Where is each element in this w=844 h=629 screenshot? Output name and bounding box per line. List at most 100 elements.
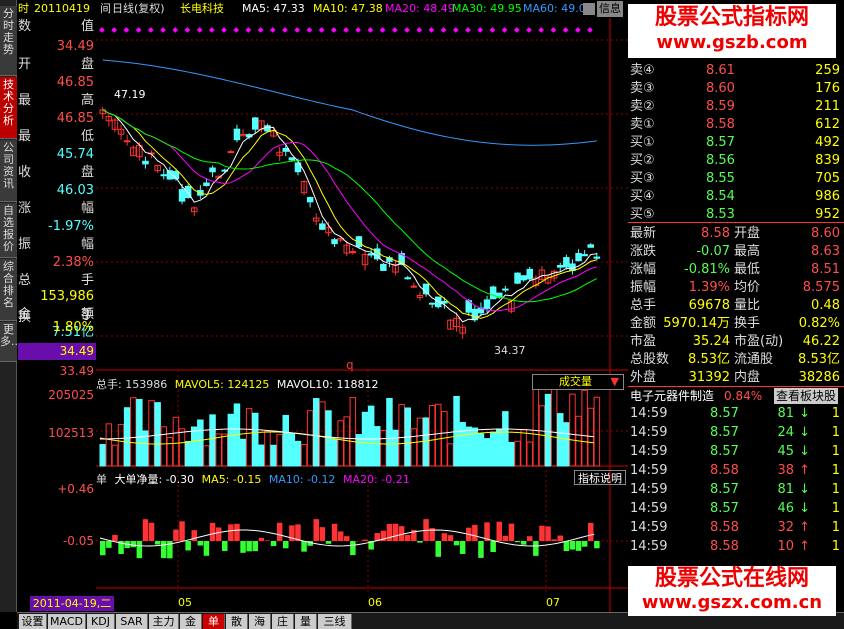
signal-diamond [172, 27, 179, 33]
bottom-tab[interactable]: MACD [48, 614, 86, 629]
orderbook-label: 买② [630, 153, 655, 168]
tick-row: 14:59 8.58 32 ↑ 1 [628, 518, 844, 537]
low-value: 46.85 [56, 111, 94, 126]
orderbook-row[interactable]: 卖② 8.59 211 [628, 98, 844, 116]
chevron-down-icon[interactable]: ▼ [611, 375, 619, 389]
bottom-tab[interactable]: 金 [180, 614, 202, 629]
orderbook-price: 8.60 [706, 81, 735, 96]
tick-row: 14:59 8.57 81 ↓ 1 [628, 404, 844, 423]
candle-body [282, 147, 289, 152]
tab-more[interactable]: 更多... [0, 322, 22, 362]
change-pct: -1.97% [48, 219, 94, 234]
flow-bar [337, 531, 344, 541]
bottom-tab[interactable]: SAR [116, 614, 148, 629]
quote-label: 总股数 [630, 352, 670, 367]
volume-bar [514, 440, 521, 467]
tab-ranking[interactable]: 综合排名 [0, 259, 17, 321]
candle-body [319, 223, 326, 230]
orderbook-row[interactable]: 买① 8.57 492 [628, 134, 844, 152]
quote-label: 流通股 [734, 352, 774, 367]
info-button[interactable]: 信息 [597, 1, 623, 17]
bottom-tab[interactable]: 主力 [149, 614, 179, 629]
flow-bar [234, 523, 240, 541]
candle-body [557, 264, 564, 268]
orderbook-row[interactable]: 买④ 8.54 986 [628, 188, 844, 206]
bottom-tab[interactable]: 海 [249, 614, 271, 629]
vol-ma10: MAVOL10: 118812 [276, 378, 379, 391]
flow-bar [240, 541, 246, 553]
tick-price: 8.58 [710, 520, 739, 535]
signal-diamond [562, 27, 569, 33]
signal-diamond [538, 27, 545, 33]
volume-bar [258, 444, 265, 467]
flow-bar [283, 541, 289, 549]
sector-stocks-button[interactable]: 查看板块股 [774, 388, 839, 404]
ma-line [102, 109, 597, 323]
volume-bar [111, 444, 119, 467]
low-marker: 34.37 [494, 344, 526, 357]
flow-bar [441, 533, 448, 541]
bottom-tab[interactable]: 散 [226, 614, 248, 629]
flow-bar [209, 522, 216, 541]
quote-label: 换手 [734, 316, 761, 331]
tab-watchlist[interactable]: 自选报价 [0, 203, 17, 258]
volume-bar [526, 441, 533, 467]
tab-intraday[interactable]: 分时走势 [0, 6, 17, 76]
volume-bar [270, 444, 277, 467]
orderbook-row[interactable]: 卖④ 8.61 259 [628, 62, 844, 80]
tab-technical[interactable]: 技术分析 [0, 77, 17, 139]
flow-bar [496, 521, 502, 541]
toggle-icon[interactable] [583, 3, 595, 15]
flow-bar [313, 519, 319, 541]
orderbook-row[interactable]: 卖① 8.58 612 [628, 116, 844, 134]
flow-bar [533, 541, 539, 556]
orderbook-row[interactable]: 卖③ 8.60 176 [628, 80, 844, 98]
sector-pct: 0.84% [724, 389, 763, 403]
bottom-tab[interactable]: 量 [295, 614, 317, 629]
bottom-tab[interactable]: 三线 [318, 614, 352, 629]
volume-bar [130, 397, 137, 467]
indicator-dropdown[interactable]: 成交量 ▼ [532, 374, 624, 390]
label-fu2: 幅 [80, 237, 94, 252]
volume-bar [569, 393, 576, 467]
orderbook-label: 卖① [630, 117, 655, 132]
volume-bar [374, 426, 381, 467]
candle-body [581, 254, 588, 257]
tick-price: 8.57 [710, 425, 739, 440]
flow-bar [130, 541, 136, 548]
arrow-up-icon: ↑ [799, 539, 810, 554]
orderbook-row[interactable]: 买③ 8.55 705 [628, 170, 844, 188]
tab-company-info[interactable]: 公司资讯 [0, 140, 17, 202]
label-di: 低 [80, 129, 94, 144]
volume-bar [550, 380, 558, 467]
tick-time: 14:59 [630, 501, 668, 516]
help-button[interactable]: 指标说明 [574, 470, 626, 485]
flow-bar [545, 526, 551, 541]
flow-bar [575, 541, 582, 551]
bottom-tab[interactable]: KDJ [87, 614, 115, 629]
chart-toolbar: 间 日线(复权) 长电科技 MA5: 47.33 MA10: 47.38 MA2… [17, 0, 627, 18]
period-label[interactable]: 日线(复权) [112, 0, 165, 18]
orderbook-row[interactable]: 买② 8.56 839 [628, 152, 844, 170]
bottom-tab[interactable]: 单 [203, 614, 225, 629]
volume-bar [520, 429, 527, 467]
bottom-tab[interactable]: 设置 [19, 614, 47, 629]
signal-diamond [550, 27, 557, 33]
chart-area[interactable]: q 总手: 153986 MAVOL5: 124125 MAVOL10: 118… [96, 18, 628, 612]
tick-price: 8.58 [710, 463, 739, 478]
flow-bar [106, 541, 112, 548]
volume-bar [544, 393, 552, 467]
signal-diamond [330, 27, 337, 33]
bottom-tab[interactable]: 庄 [272, 614, 294, 629]
signal-diamond [489, 27, 496, 33]
volume-bar [306, 410, 314, 467]
signal-diamond [343, 27, 349, 33]
signal-diamond [135, 27, 142, 33]
volume-bar [465, 426, 472, 467]
tick-count: 1 [831, 406, 840, 421]
flow-bar [112, 534, 118, 541]
label-gao: 高 [80, 93, 94, 108]
arrow-down-icon: ↓ [799, 501, 810, 516]
signal-diamond [111, 27, 118, 33]
signal-diamond [245, 27, 252, 33]
